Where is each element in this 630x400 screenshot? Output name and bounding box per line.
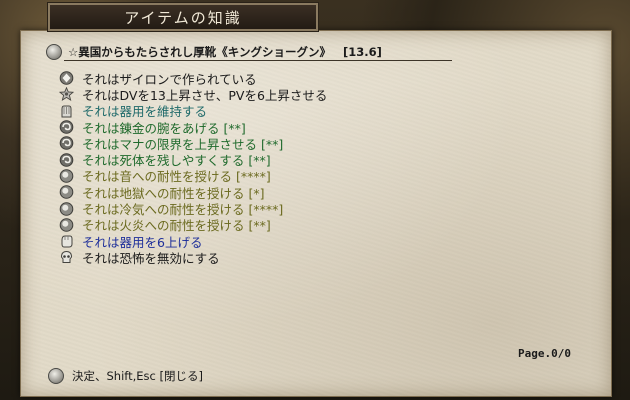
swirl-icon xyxy=(58,152,74,167)
orb-icon xyxy=(58,218,74,232)
footer-hint: 決定、Shift,Esc [閉じる] xyxy=(72,369,204,383)
gem-icon xyxy=(58,71,74,85)
footer-bullet-icon xyxy=(48,368,64,384)
property-row: それは錬金の腕をあげる [**] xyxy=(58,119,438,136)
header-divider xyxy=(64,60,452,61)
window-title: アイテムの知識 xyxy=(124,8,242,27)
property-row: それはザイロンで作られている xyxy=(58,70,438,87)
property-list: それはザイロンで作られている それはDVを13上昇させ、PVを6上昇させる それは器… xyxy=(58,70,438,266)
property-row: それは器用を維持する xyxy=(58,103,438,119)
glove-icon xyxy=(58,104,74,118)
item-header: ☆異国からもたらされし厚靴《キングショーグン》 [13.6] xyxy=(46,44,452,60)
item-weight: [13.6] xyxy=(342,45,382,59)
orb-icon xyxy=(58,201,74,216)
swirl-icon xyxy=(58,136,74,151)
property-row: それは火炎への耐性を授ける [**] xyxy=(58,217,438,233)
orb-icon xyxy=(58,185,74,200)
property-row: それはDVを13上昇させ、PVを6上昇させる xyxy=(58,86,438,103)
fist-icon xyxy=(58,234,74,248)
footer-hint-bar: 決定、Shift,Esc [閉じる] xyxy=(48,368,203,384)
property-row: それは音への耐性を授ける [****] xyxy=(58,168,438,184)
property-row: それは地獄への耐性を授ける [*] xyxy=(58,184,438,201)
star-icon xyxy=(58,87,74,102)
window-title-tab: アイテムの知識 xyxy=(47,2,319,32)
item-header-bullet-icon xyxy=(46,44,62,60)
property-text: それは恐怖を無効にする xyxy=(82,250,220,266)
item-name: ☆異国からもたらされし厚靴《キングショーグン》 xyxy=(68,45,331,59)
property-row: それは死体を残しやすくする [**] xyxy=(58,151,438,168)
property-row: それは恐怖を無効にする xyxy=(58,249,438,266)
orb-icon xyxy=(58,169,74,183)
skull-icon xyxy=(58,250,74,264)
property-row: それは冷気への耐性を授ける [****] xyxy=(58,200,438,217)
property-row: それは器用を6上げる xyxy=(58,233,438,250)
property-row: それはマナの限界を上昇させる [**] xyxy=(58,135,438,152)
swirl-icon xyxy=(58,120,74,134)
page-indicator: Page.0/0 xyxy=(518,347,571,360)
